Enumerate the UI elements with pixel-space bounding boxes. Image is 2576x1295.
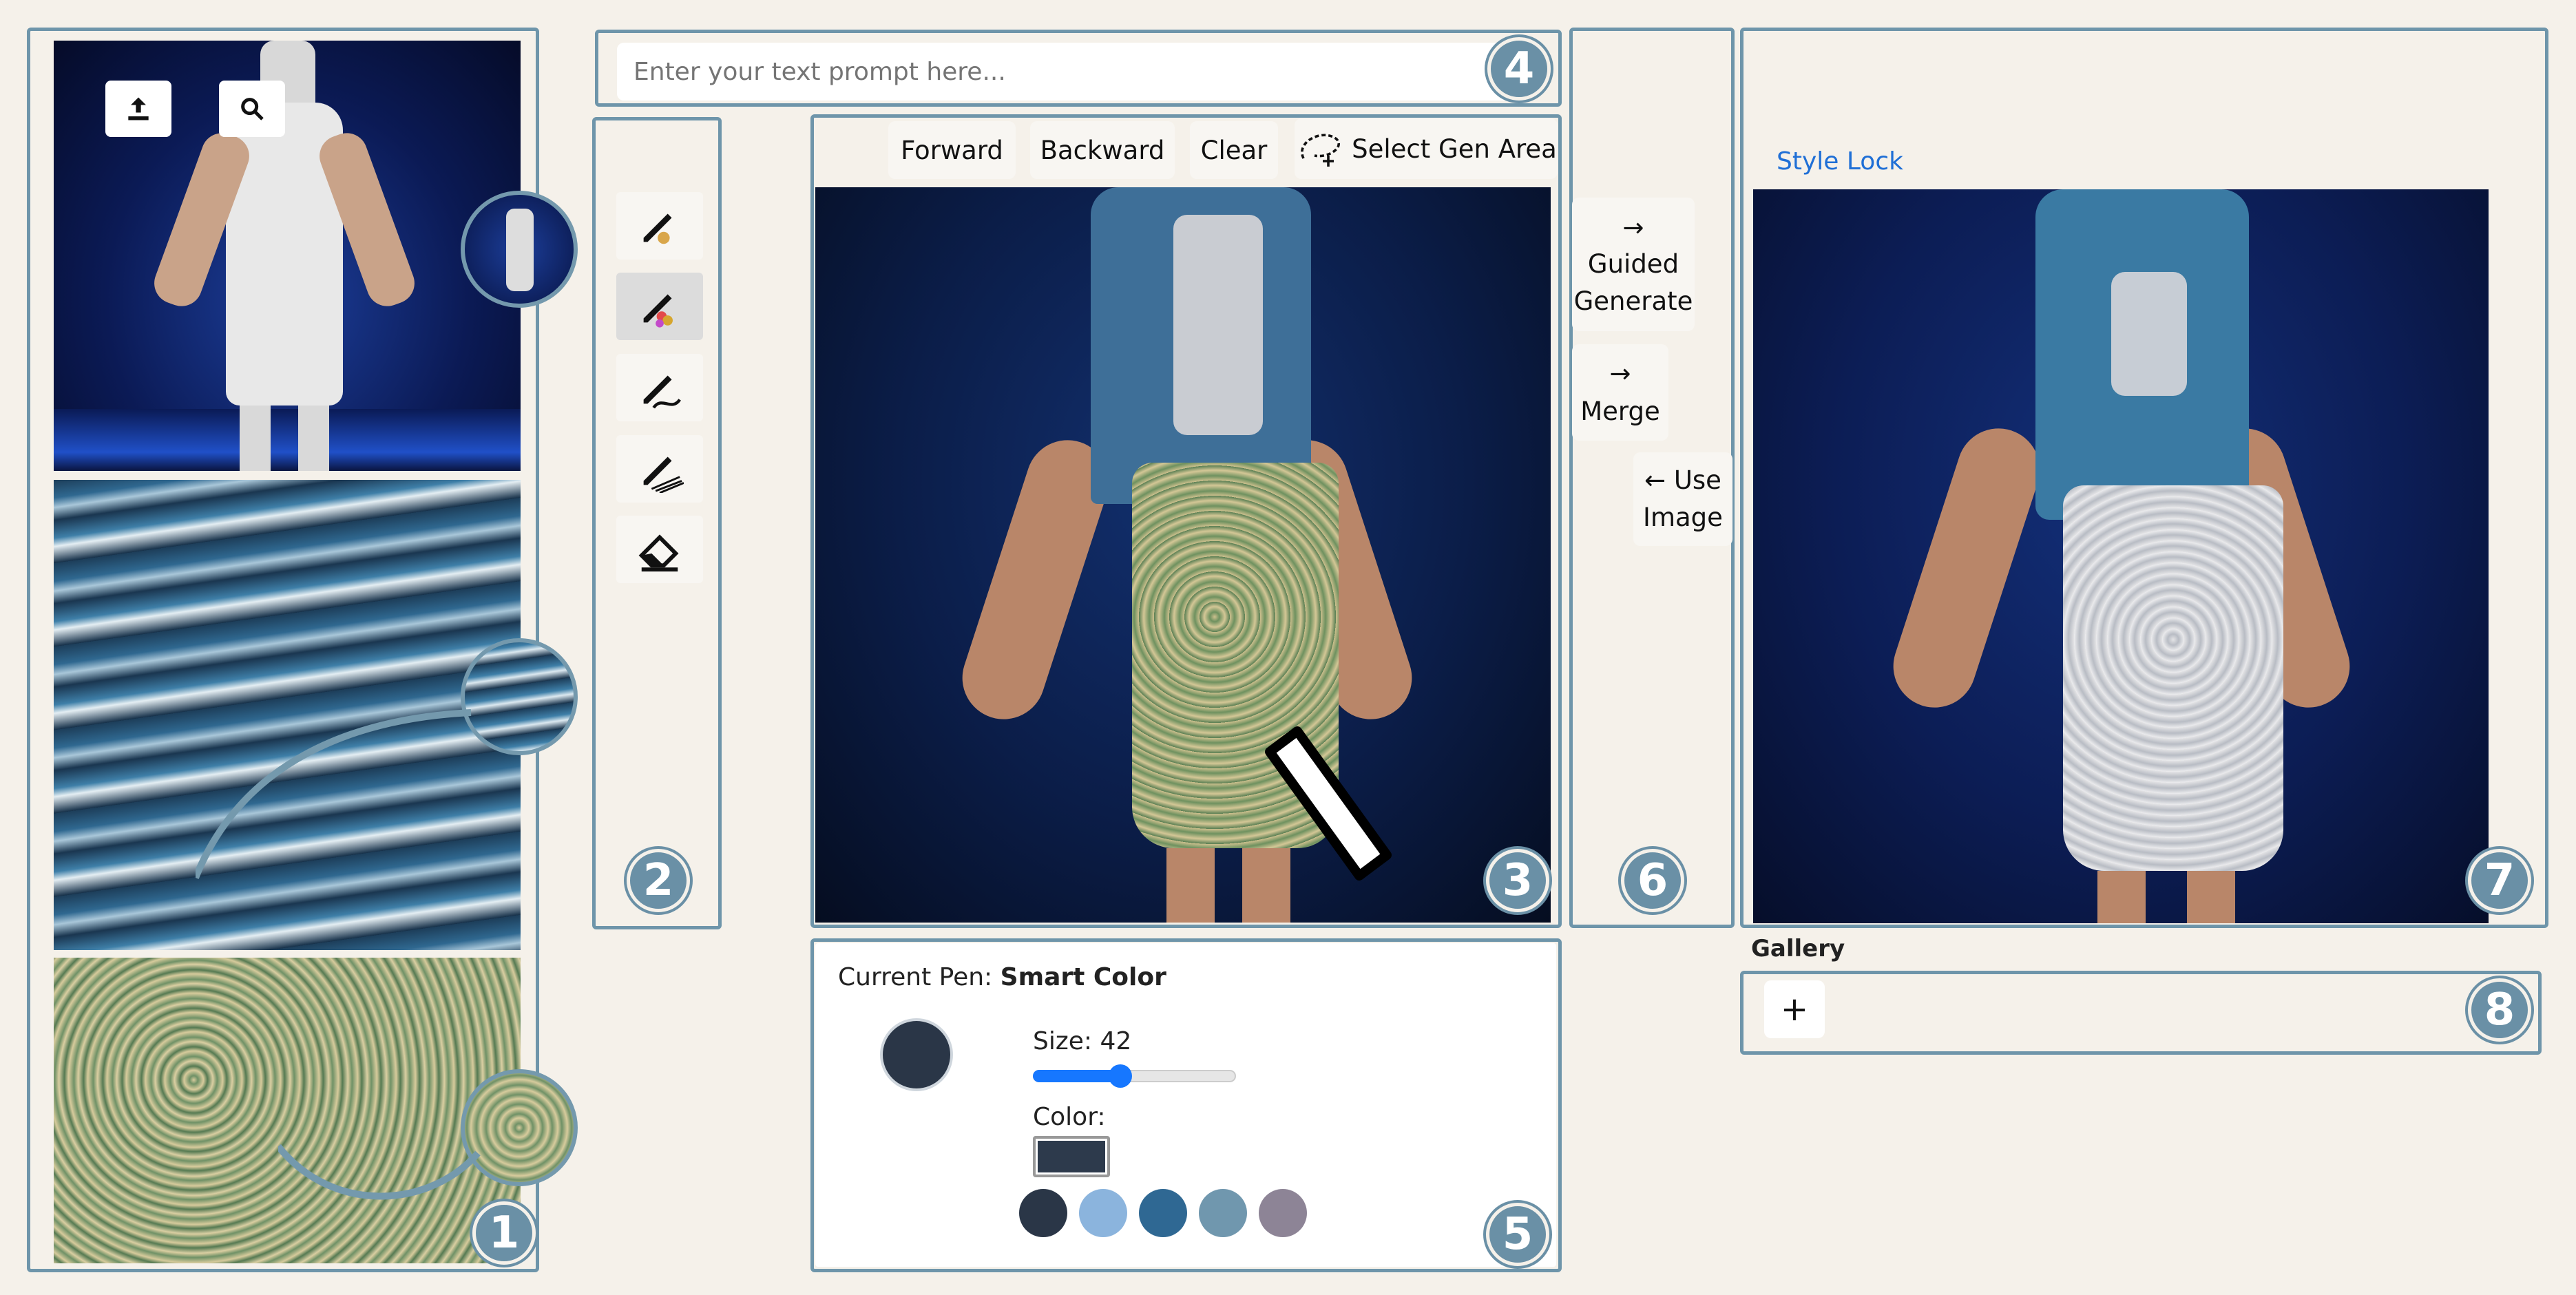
current-pen-label: Current Pen: Smart Color <box>838 963 1166 991</box>
select-gen-area-label: Select Gen Area <box>1352 134 1557 164</box>
prompt-input[interactable] <box>617 43 1512 101</box>
section-badge-5: 5 <box>1486 1203 1549 1266</box>
source-images-panel: 1 <box>27 28 578 1272</box>
guided-generate-arrow: → <box>1622 212 1644 242</box>
color-label: Color: <box>1033 1103 1106 1131</box>
select-gen-area-button[interactable]: Select Gen Area <box>1295 118 1558 179</box>
texture-pen-icon <box>643 213 672 244</box>
use-image-arrow: ← <box>1644 465 1666 496</box>
gallery-add-button[interactable]: + <box>1764 980 1825 1038</box>
upload-icon <box>128 97 149 120</box>
forward-button[interactable]: Forward <box>888 121 1016 179</box>
search-button[interactable] <box>219 81 285 137</box>
leaves-link-curve <box>278 1144 481 1200</box>
dress-thumbnail[interactable] <box>461 191 578 308</box>
section-badge-7: 7 <box>2468 849 2531 912</box>
gallery-title: Gallery <box>1751 935 1845 962</box>
tool-sketch-pen[interactable] <box>616 354 703 421</box>
palette-swatch-5[interactable] <box>1259 1189 1307 1237</box>
clear-button[interactable]: Clear <box>1190 121 1278 179</box>
section-badge-3: 3 <box>1486 849 1549 912</box>
palette-swatch-3[interactable] <box>1139 1189 1187 1237</box>
use-image-button[interactable]: ← Use Image <box>1633 452 1732 546</box>
palette-swatch-4[interactable] <box>1199 1189 1247 1237</box>
guided-generate-label-2: Generate <box>1573 286 1693 316</box>
ocean-link-curve <box>196 709 472 879</box>
guided-generate-button[interactable]: → Guided Generate <box>1572 198 1695 331</box>
sketch-pen-icon <box>643 375 681 409</box>
size-slider[interactable] <box>1033 1064 1236 1088</box>
section-badge-2: 2 <box>627 849 690 912</box>
style-lock-link[interactable]: Style Lock <box>1777 147 1903 176</box>
size-label: Size: 42 <box>1033 1027 1132 1055</box>
color-picker[interactable] <box>1033 1136 1110 1177</box>
size-slider-thumb[interactable] <box>1109 1064 1132 1088</box>
upload-button[interactable] <box>105 81 171 137</box>
section-badge-1: 1 <box>472 1201 536 1265</box>
use-image-line-1: ← Use <box>1644 465 1721 496</box>
search-icon <box>241 98 264 120</box>
tool-smart-color-pen[interactable] <box>616 273 703 340</box>
palette-swatch-2[interactable] <box>1079 1189 1127 1237</box>
section-badge-6: 6 <box>1621 849 1684 912</box>
guided-generate-label-1: Guided <box>1587 249 1679 280</box>
current-pen-name: Smart Color <box>1000 963 1166 991</box>
section-badge-8: 8 <box>2468 978 2531 1042</box>
pattern-pen-icon <box>643 456 684 493</box>
smart-color-pen-icon <box>643 294 673 328</box>
eraser-icon <box>638 534 679 572</box>
output-image[interactable] <box>1753 189 2489 923</box>
tool-pattern-pen[interactable] <box>616 435 703 503</box>
merge-label: Merge <box>1580 397 1660 426</box>
merge-arrow: → <box>1609 358 1631 388</box>
tool-texture-pen[interactable] <box>616 192 703 260</box>
lasso-icon <box>1301 134 1341 167</box>
drawing-canvas[interactable] <box>815 187 1551 923</box>
size-slider-fill <box>1033 1070 1119 1082</box>
use-image-line-2: Image <box>1643 503 1723 532</box>
pen-preview-dot <box>883 1021 950 1088</box>
backward-button[interactable]: Backward <box>1030 121 1175 179</box>
palette-swatch-1[interactable] <box>1019 1189 1067 1237</box>
tool-eraser[interactable] <box>616 516 703 583</box>
pen-cursor-icon <box>1265 726 1392 881</box>
merge-button[interactable]: → Merge <box>1572 344 1668 441</box>
gallery-panel <box>1740 971 2542 1055</box>
section-badge-4: 4 <box>1487 37 1551 101</box>
